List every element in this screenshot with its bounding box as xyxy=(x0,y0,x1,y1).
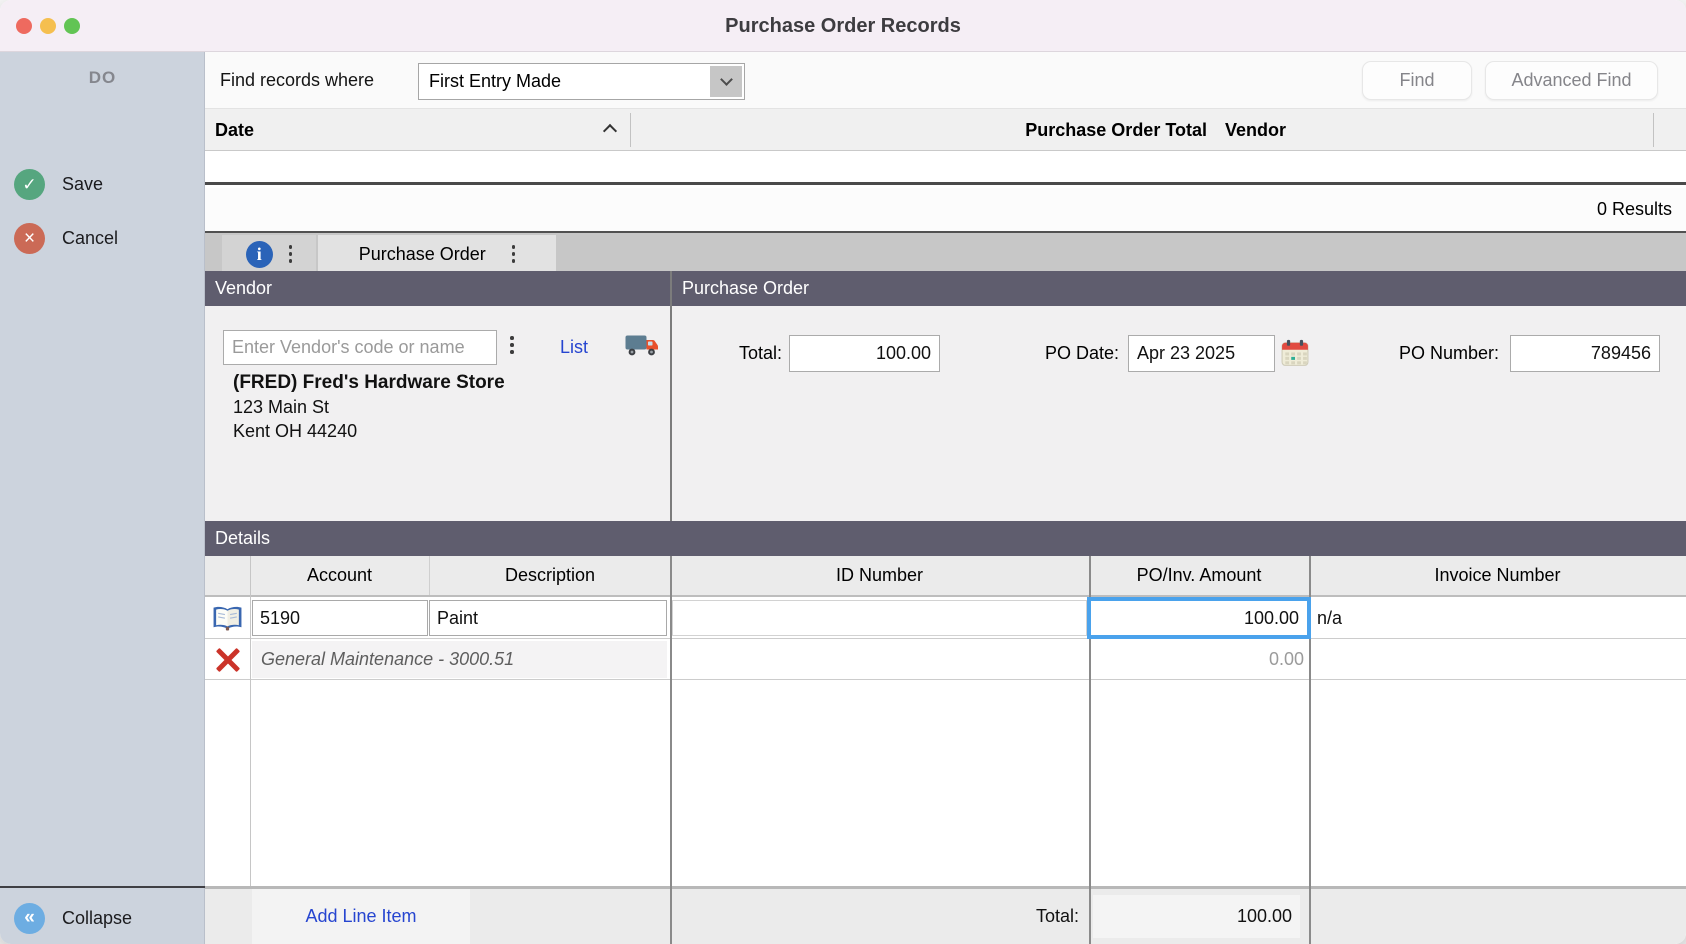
po-date-label: PO Date: xyxy=(962,335,1119,372)
vendor-panel: Vendor List (FRED) Fred's Hardware Store… xyxy=(205,271,670,521)
results-column-date[interactable]: Date xyxy=(215,109,625,151)
account-cell[interactable]: 5190 xyxy=(252,600,428,636)
add-line-item-link[interactable]: Add Line Item xyxy=(305,906,416,927)
add-line-item-cell: Add Line Item xyxy=(252,889,470,944)
column-divider xyxy=(250,556,251,886)
save-label: Save xyxy=(62,174,103,195)
chevrons-left-icon: « xyxy=(14,903,45,934)
check-icon: ✓ xyxy=(14,169,45,200)
vendor-list-link[interactable]: List xyxy=(560,337,588,358)
vendor-search-input[interactable] xyxy=(223,330,497,365)
find-records-label: Find records where xyxy=(220,52,374,109)
details-total-value: 100.00 xyxy=(1093,895,1300,938)
vendor-name: (FRED) Fred's Hardware Store xyxy=(233,372,505,394)
vendor-address-line2: Kent OH 44240 xyxy=(233,421,357,442)
description-cell[interactable]: Paint xyxy=(429,600,667,636)
column-divider xyxy=(630,113,631,147)
tab-bar: i Purchase Order xyxy=(205,231,1686,271)
results-column-po-total[interactable]: Purchase Order Total xyxy=(635,109,1215,151)
window-title: Purchase Order Records xyxy=(0,0,1686,52)
calendar-icon[interactable] xyxy=(1281,339,1309,372)
po-number-field[interactable] xyxy=(1510,335,1660,372)
collapse-button[interactable]: « Collapse xyxy=(14,903,132,934)
details-panel: Details Account Description ID Number PO… xyxy=(205,521,1686,944)
save-button[interactable]: ✓ Save xyxy=(14,169,103,200)
purchase-order-panel-header: Purchase Order xyxy=(672,271,1686,306)
tab-kebab-menu-icon[interactable] xyxy=(512,245,516,263)
invoice-number-cell[interactable]: n/a xyxy=(1317,597,1677,639)
find-field-dropdown[interactable]: First Entry Made xyxy=(418,63,745,100)
x-icon: × xyxy=(14,223,45,254)
find-field-dropdown-value: First Entry Made xyxy=(429,71,561,91)
column-po-inv-amount: PO/Inv. Amount xyxy=(1089,556,1309,595)
titlebar: Purchase Order Records xyxy=(0,0,1686,52)
app-window: Purchase Order Records DO ✓ Save × Cance… xyxy=(0,0,1686,944)
cancel-label: Cancel xyxy=(62,228,118,249)
info-icon[interactable]: i xyxy=(246,241,273,268)
delete-row-icon[interactable] xyxy=(205,639,250,681)
ledger-book-icon[interactable] xyxy=(205,597,250,639)
results-header-row: Date Purchase Order Total Vendor xyxy=(205,109,1686,151)
account-note: General Maintenance - 3000.51 xyxy=(252,641,667,678)
dropdown-arrow-button[interactable] xyxy=(710,66,742,97)
column-id-number: ID Number xyxy=(670,556,1089,595)
vendor-menu-icon[interactable] xyxy=(510,336,514,354)
po-date-field[interactable] xyxy=(1128,335,1275,372)
results-empty-row xyxy=(205,151,1686,185)
advanced-find-button[interactable]: Advanced Find xyxy=(1485,61,1658,100)
kebab-menu-icon[interactable] xyxy=(289,245,293,263)
vendor-panel-header: Vendor xyxy=(205,271,670,306)
results-count: 0 Results xyxy=(205,188,1686,231)
sidebar-header: DO xyxy=(0,68,205,88)
details-panel-header: Details xyxy=(205,521,1686,556)
column-invoice-number: Invoice Number xyxy=(1309,556,1686,595)
date-column-label: Date xyxy=(215,120,254,140)
collapse-label: Collapse xyxy=(62,908,132,929)
total-field[interactable] xyxy=(789,335,940,372)
column-account: Account xyxy=(250,556,430,595)
sidebar: DO ✓ Save × Cancel « Collapse xyxy=(0,52,205,944)
total-label: Total: xyxy=(672,335,782,372)
column-divider xyxy=(1653,113,1654,147)
truck-icon xyxy=(625,333,659,363)
detail-row: 5190 Paint 100.00 n/a xyxy=(205,597,1686,639)
find-bar: Find records where First Entry Made Find… xyxy=(205,52,1686,109)
column-description: Description xyxy=(430,556,670,595)
po-number-label: PO Number: xyxy=(1352,335,1499,372)
record-info-segment: i xyxy=(222,235,316,273)
sort-ascending-icon xyxy=(603,124,617,138)
column-divider xyxy=(670,556,672,944)
details-footer: Add Line Item Total: 100.00 xyxy=(205,886,1686,944)
sidebar-divider xyxy=(0,886,205,888)
id-number-cell[interactable] xyxy=(672,600,1087,636)
po-inv-amount-cell-dimmed: 0.00 xyxy=(1089,639,1304,680)
po-inv-amount-cell-focused[interactable]: 100.00 xyxy=(1087,597,1311,639)
detail-row: General Maintenance - 3000.51 0.00 xyxy=(205,639,1686,680)
chevron-down-icon xyxy=(720,73,733,86)
results-column-vendor[interactable]: Vendor xyxy=(1225,109,1645,151)
details-total-label: Total: xyxy=(829,889,1079,944)
purchase-order-panel: Purchase Order Total: PO Date: xyxy=(672,271,1686,521)
tab-purchase-order[interactable]: Purchase Order xyxy=(318,235,556,273)
details-column-headers: Account Description ID Number PO/Inv. Am… xyxy=(205,556,1686,597)
tab-label: Purchase Order xyxy=(359,244,486,265)
vendor-address-line1: 123 Main St xyxy=(233,397,329,418)
cancel-button[interactable]: × Cancel xyxy=(14,223,118,254)
find-button[interactable]: Find xyxy=(1362,61,1472,100)
